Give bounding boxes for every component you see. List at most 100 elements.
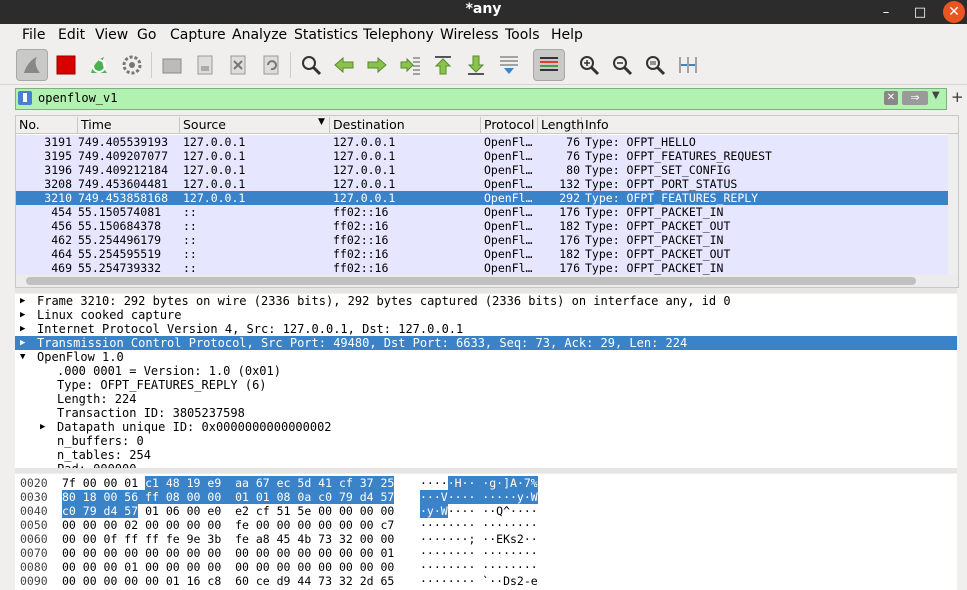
save-file-icon[interactable] xyxy=(189,49,221,81)
byte-ascii[interactable]: ·······; ··EKs2·· xyxy=(420,532,538,546)
bookmark-icon[interactable] xyxy=(18,91,32,105)
pane-splitter[interactable] xyxy=(15,468,957,473)
resize-columns-icon[interactable] xyxy=(672,49,704,81)
byte-hex[interactable]: 00 00 0f ff ff fe 9e 3b fe a8 45 4b 73 3… xyxy=(62,532,394,546)
close-file-icon[interactable] xyxy=(222,49,254,81)
clear-filter-icon[interactable]: ✕ xyxy=(884,91,898,105)
zoom-out-icon[interactable] xyxy=(606,49,638,81)
menu-help[interactable]: Help xyxy=(551,27,583,43)
byte-hex[interactable]: 00 00 00 00 00 01 16 c8 60 ce d9 44 73 3… xyxy=(62,574,394,588)
collapsed-arrow-icon[interactable]: ▶ xyxy=(20,308,25,322)
byte-row[interactable]: 0090 00 00 00 00 00 01 16 c8 60 ce d9 44 … xyxy=(15,574,957,588)
packet-row[interactable]: 3195 749.409207077 127.0.0.1 127.0.0.1 OpenF… xyxy=(16,149,958,163)
detail-row[interactable]: Transaction ID: 3805237598 xyxy=(15,406,957,420)
column-header-source[interactable]: Source xyxy=(180,117,330,133)
byte-ascii[interactable]: ·····H·· ·g·]A·7% xyxy=(420,476,538,490)
byte-row[interactable]: 0080 00 00 00 01 00 00 00 00 00 00 00 00 … xyxy=(15,560,957,574)
column-header-length[interactable]: Length xyxy=(538,117,584,133)
expanded-arrow-icon[interactable]: ▼ xyxy=(20,350,25,364)
minimize-button[interactable]: – xyxy=(873,0,899,24)
packet-row[interactable]: 456 55.150684378:: ff02::16 OpenFl… 182 Type:… xyxy=(16,219,958,233)
maximize-button[interactable]: □ xyxy=(907,0,933,24)
byte-row[interactable]: 0030 80 18 00 56 ff 08 00 00 01 01 08 0a … xyxy=(15,490,957,504)
packet-list-scrollbar[interactable] xyxy=(948,134,958,276)
stop-capture-icon[interactable] xyxy=(50,49,82,81)
detail-row[interactable]: n_tables: 254 xyxy=(15,448,957,462)
go-first-icon[interactable] xyxy=(427,49,459,81)
detail-row[interactable]: n_buffers: 0 xyxy=(15,434,957,448)
shark-fin-start-icon[interactable] xyxy=(16,49,48,81)
packet-row[interactable]: 454 55.150574081:: ff02::16 OpenFl… 176 Type:… xyxy=(16,205,958,219)
column-header-no[interactable]: No. xyxy=(16,117,78,133)
hscroll-thumb[interactable] xyxy=(26,277,916,285)
restart-capture-icon[interactable] xyxy=(83,49,115,81)
byte-ascii[interactable]: ···V···· ·····y·W xyxy=(420,490,538,504)
byte-ascii[interactable]: ········ ········ xyxy=(420,518,538,532)
menu-wireless[interactable]: Wireless xyxy=(440,27,499,43)
collapsed-arrow-icon[interactable]: ▶ xyxy=(20,322,25,336)
byte-ascii[interactable]: ·y·W···· ··Q^···· xyxy=(420,504,538,518)
find-packet-icon[interactable] xyxy=(295,49,327,81)
menu-go[interactable]: Go xyxy=(137,27,156,43)
packet-row[interactable]: 3191 749.405539193 127.0.0.1 127.0.0.1 OpenF… xyxy=(16,135,958,149)
byte-row[interactable]: 0020 7f 00 00 01 c1 48 19 e9 aa 67 ec 5d … xyxy=(15,476,957,490)
go-last-icon[interactable] xyxy=(460,49,492,81)
detail-row[interactable]: ▶ Linux cooked capture xyxy=(15,308,957,322)
pane-splitter[interactable] xyxy=(15,288,957,293)
column-header-destination[interactable]: Destination xyxy=(330,117,481,133)
column-header-time[interactable]: Time xyxy=(78,117,180,133)
byte-hex[interactable]: 80 18 00 56 ff 08 00 00 01 01 08 0a c0 7… xyxy=(62,490,395,504)
display-filter-input[interactable]: openflow_v1 xyxy=(38,91,117,105)
menu-capture[interactable]: Capture xyxy=(170,27,226,43)
byte-hex[interactable]: 00 00 00 00 00 00 00 00 00 00 00 00 00 0… xyxy=(62,546,394,560)
packet-row[interactable]: 3210 749.453858168 127.0.0.1 127.0.0.1 OpenF… xyxy=(16,191,958,205)
auto-scroll-icon[interactable] xyxy=(493,49,525,81)
zoom-reset-icon[interactable] xyxy=(639,49,671,81)
apply-filter-icon[interactable]: ⇒ xyxy=(902,91,928,105)
packet-row[interactable]: 3208 749.453604481 127.0.0.1 127.0.0.1 OpenF… xyxy=(16,177,958,191)
menu-analyze[interactable]: Analyze xyxy=(232,27,287,43)
colorize-icon[interactable] xyxy=(533,49,565,81)
menu-statistics[interactable]: Statistics xyxy=(294,27,358,43)
add-filter-button[interactable]: + xyxy=(951,88,964,106)
byte-hex[interactable]: 00 00 00 01 00 00 00 00 00 00 00 00 00 0… xyxy=(62,560,394,574)
go-back-icon[interactable] xyxy=(328,49,360,81)
packet-row[interactable]: 469 55.254739332:: ff02::16 OpenFl… 176 Type:… xyxy=(16,261,958,275)
close-button[interactable]: ✕ xyxy=(941,0,967,24)
go-to-packet-icon[interactable] xyxy=(394,49,426,81)
byte-ascii[interactable]: ········ `··Ds2-e xyxy=(420,574,538,588)
byte-row[interactable]: 0040 c0 79 d4 57 01 06 00 e0 e2 cf 51 5e … xyxy=(15,504,957,518)
byte-row[interactable]: 0070 00 00 00 00 00 00 00 00 00 00 00 00 … xyxy=(15,546,957,560)
menu-tools[interactable]: Tools xyxy=(505,27,540,43)
zoom-in-icon[interactable] xyxy=(573,49,605,81)
detail-row[interactable]: ▶ Frame 3210: 292 bytes on wire (2336 bit… xyxy=(15,294,957,308)
display-filter-bar[interactable]: openflow_v1 ✕ ⇒ ▼ xyxy=(15,88,947,110)
packet-list-hscrollbar[interactable] xyxy=(15,275,959,288)
byte-ascii[interactable]: ········ ········ xyxy=(420,546,538,560)
column-header-info[interactable]: Info xyxy=(582,117,948,133)
detail-row[interactable]: ▶ Datapath unique ID: 0x0000000000000002 xyxy=(15,420,957,434)
collapsed-arrow-icon[interactable]: ▶ xyxy=(20,294,25,308)
detail-row[interactable]: ▶ Internet Protocol Version 4, Src: 127.0… xyxy=(15,322,957,336)
byte-row[interactable]: 0060 00 00 0f ff ff fe 9e 3b fe a8 45 4b … xyxy=(15,532,957,546)
detail-row[interactable]: Type: OFPT_FEATURES_REPLY (6) xyxy=(15,378,957,392)
reload-file-icon[interactable] xyxy=(255,49,287,81)
packet-row[interactable]: 462 55.254496179:: ff02::16 OpenFl… 176 Type:… xyxy=(16,233,958,247)
go-forward-icon[interactable] xyxy=(361,49,393,81)
column-header-protocol[interactable]: Protocol xyxy=(481,117,538,133)
byte-hex[interactable]: 00 00 00 02 00 00 00 00 fe 00 00 00 00 0… xyxy=(62,518,394,532)
byte-ascii[interactable]: ········ ········ xyxy=(420,560,538,574)
byte-row[interactable]: 0050 00 00 00 02 00 00 00 00 fe 00 00 00 … xyxy=(15,518,957,532)
collapsed-arrow-icon[interactable]: ▶ xyxy=(20,336,25,350)
menu-view[interactable]: View xyxy=(95,27,128,43)
chevron-down-icon[interactable]: ▼ xyxy=(932,90,940,101)
packet-row[interactable]: 464 55.254595519:: ff02::16 OpenFl… 182 Type:… xyxy=(16,247,958,261)
detail-row[interactable]: Length: 224 xyxy=(15,392,957,406)
menu-edit[interactable]: Edit xyxy=(58,27,85,43)
detail-row[interactable]: .000 0001 = Version: 1.0 (0x01) xyxy=(15,364,957,378)
menu-file[interactable]: File xyxy=(22,27,45,43)
packet-row[interactable]: 3196 749.409212184 127.0.0.1 127.0.0.1 OpenF… xyxy=(16,163,958,177)
collapsed-arrow-icon[interactable]: ▶ xyxy=(40,420,45,434)
byte-hex[interactable]: 7f 00 00 01 c1 48 19 e9 aa 67 ec 5d 41 c… xyxy=(62,476,395,490)
byte-hex[interactable]: c0 79 d4 57 01 06 00 e0 e2 cf 51 5e 00 0… xyxy=(62,504,394,518)
